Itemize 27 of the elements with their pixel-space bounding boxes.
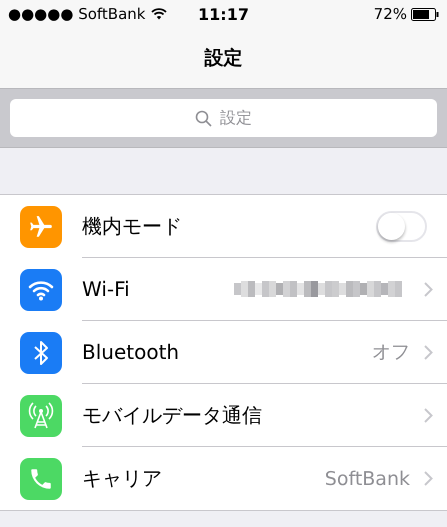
chevron-icon	[424, 282, 433, 296]
settings-row[interactable]: Bluetooth オフ	[0, 321, 447, 384]
page-title: 設定	[204, 46, 242, 71]
row-label: キャリア	[82, 465, 163, 492]
chevron-icon	[424, 471, 433, 486]
row-label: Bluetooth	[82, 340, 180, 364]
antenna-icon	[26, 400, 56, 430]
row-label: Wi-Fi	[82, 277, 131, 301]
chevron-icon	[424, 408, 433, 422]
airplane-icon	[28, 214, 54, 240]
settings-row[interactable]: Wi-Fi	[0, 258, 447, 321]
status-time: 11:17	[198, 4, 249, 24]
settings-row[interactable]: モバイルデータ通信	[0, 384, 447, 447]
wifi-signal-icon	[151, 8, 168, 20]
row-label: モバイルデータ通信	[82, 402, 263, 428]
toggle-switch[interactable]	[376, 210, 427, 242]
chevron-icon	[424, 344, 433, 360]
bluetooth-icon	[32, 338, 50, 366]
battery-percent: 72%	[374, 5, 407, 23]
settings-row[interactable]: キャリア SoftBank	[0, 447, 447, 510]
row-value: オフ	[372, 340, 410, 365]
search-icon	[195, 110, 212, 126]
battery-icon	[411, 8, 439, 20]
row-label: 機内モード	[82, 212, 183, 240]
carrier-name: ●●●●● SoftBank	[8, 5, 146, 23]
row-value: SoftBank	[324, 468, 410, 490]
settings-row[interactable]: 機内モード	[0, 195, 447, 258]
